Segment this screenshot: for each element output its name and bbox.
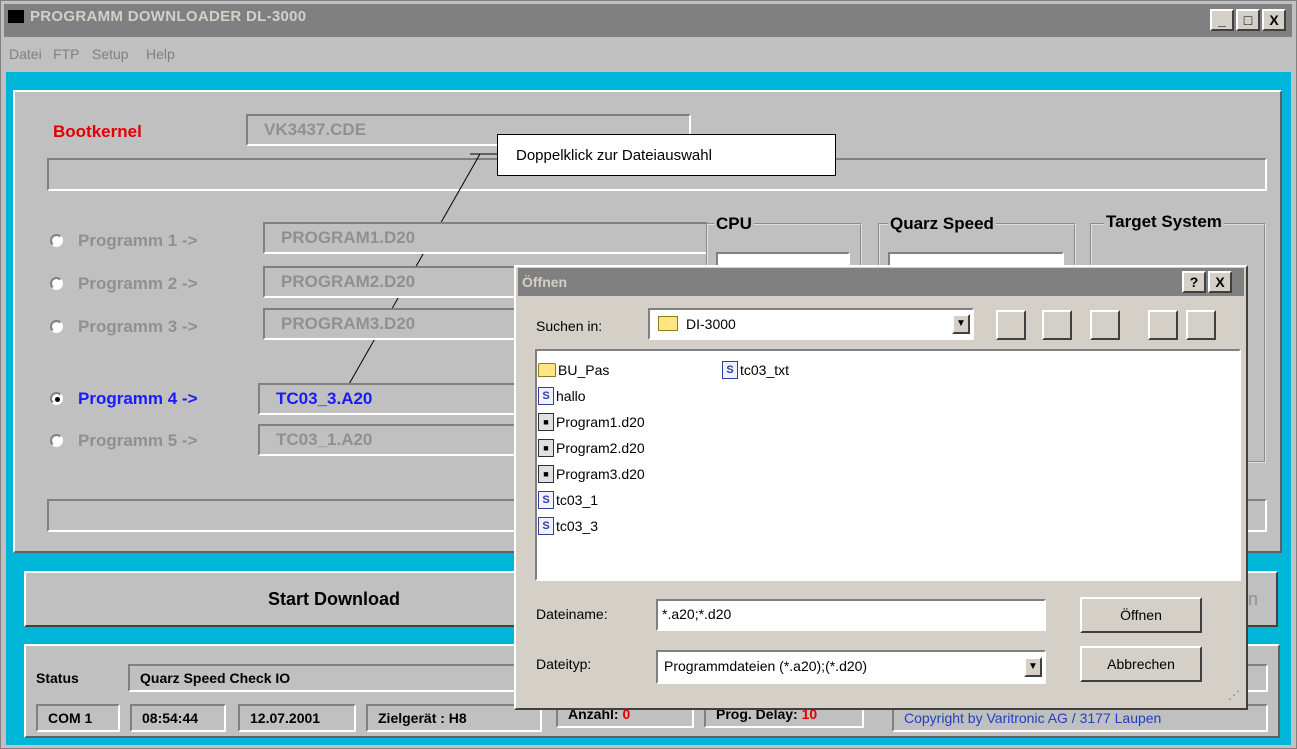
list-item[interactable]: ■ Program3.d20 (538, 461, 645, 487)
list-item[interactable]: ■ Program2.d20 (538, 435, 645, 461)
status-label: Status (36, 670, 79, 686)
file-list-column-2: Stc03_txt (722, 357, 789, 383)
script-icon: S (538, 517, 554, 535)
list-item[interactable]: Shallo (538, 383, 645, 409)
list-item[interactable]: ■ Program1.d20 (538, 409, 645, 435)
look-in-value: DI-3000 (686, 316, 736, 332)
status-time: 08:54:44 (130, 704, 226, 732)
folder-icon (538, 363, 556, 377)
program-3-radio[interactable] (50, 320, 63, 333)
list-item[interactable]: Stc03_txt (722, 357, 789, 383)
open-dialog-title-bar[interactable] (518, 268, 1244, 296)
program-5-label: Programm 5 -> (78, 431, 198, 450)
program-5-radio[interactable] (50, 434, 63, 447)
program-1-label: Programm 1 -> (78, 231, 198, 250)
list-item[interactable]: Stc03_1 (538, 487, 645, 513)
open-button[interactable]: Öffnen (1080, 597, 1202, 633)
script-icon: S (538, 387, 554, 405)
list-item[interactable]: Stc03_3 (538, 513, 645, 539)
cancel-button[interactable]: Abbrechen (1080, 646, 1202, 682)
folder-icon (658, 316, 678, 331)
filetype-label: Dateityp: (536, 656, 592, 672)
program-file-icon: ■ (538, 465, 554, 483)
program-2-radio[interactable] (50, 277, 63, 290)
program-file-icon: ■ (538, 439, 554, 457)
filetype-value: Programmdateien (*.a20);(*.d20) (664, 658, 868, 674)
details-view-icon[interactable] (1186, 310, 1216, 340)
resize-grip-icon[interactable]: ⋰ (1228, 688, 1240, 702)
script-icon: S (538, 491, 554, 509)
program-1-file-field[interactable]: PROGRAM1.D20 (263, 222, 708, 254)
program-4-label: Programm 4 -> (78, 389, 198, 408)
filetype-select[interactable]: Programmdateien (*.a20);(*.d20) ▼ (656, 650, 1046, 684)
look-in-select[interactable]: DI-3000 ▼ (648, 308, 974, 340)
help-button[interactable]: ? (1182, 271, 1206, 293)
open-dialog-title: Öffnen (522, 274, 568, 290)
filename-input[interactable]: *.a20;*.d20 (656, 599, 1046, 631)
status-text: Quarz Speed Check IO (128, 664, 528, 692)
file-list-column-1: BU_Pas Shallo ■ Program1.d20 ■ Program2.d2… (538, 357, 645, 539)
chevron-down-icon[interactable]: ▼ (1024, 657, 1042, 677)
list-view-icon[interactable] (1148, 310, 1178, 340)
look-in-label: Suchen in: (536, 318, 603, 334)
com-port: COM 1 (36, 704, 120, 732)
dialog-close-button[interactable]: X (1208, 271, 1232, 293)
chevron-down-icon[interactable]: ▼ (952, 314, 970, 334)
new-folder-icon[interactable] (1090, 310, 1120, 340)
target-system-group-title: Target System (1104, 212, 1224, 232)
program-file-icon: ■ (538, 413, 554, 431)
status-date: 12.07.2001 (238, 704, 356, 732)
cpu-group-title: CPU (714, 214, 754, 234)
list-item[interactable]: BU_Pas (538, 357, 645, 383)
desktop-icon[interactable] (1042, 310, 1072, 340)
program-2-label: Programm 2 -> (78, 274, 198, 293)
quarz-speed-group-title: Quarz Speed (888, 214, 996, 234)
script-icon: S (722, 361, 738, 379)
up-folder-icon[interactable] (996, 310, 1026, 340)
program-3-label: Programm 3 -> (78, 317, 198, 336)
filename-label: Dateiname: (536, 606, 608, 622)
program-4-radio[interactable] (50, 392, 63, 405)
program-1-radio[interactable] (50, 234, 63, 247)
